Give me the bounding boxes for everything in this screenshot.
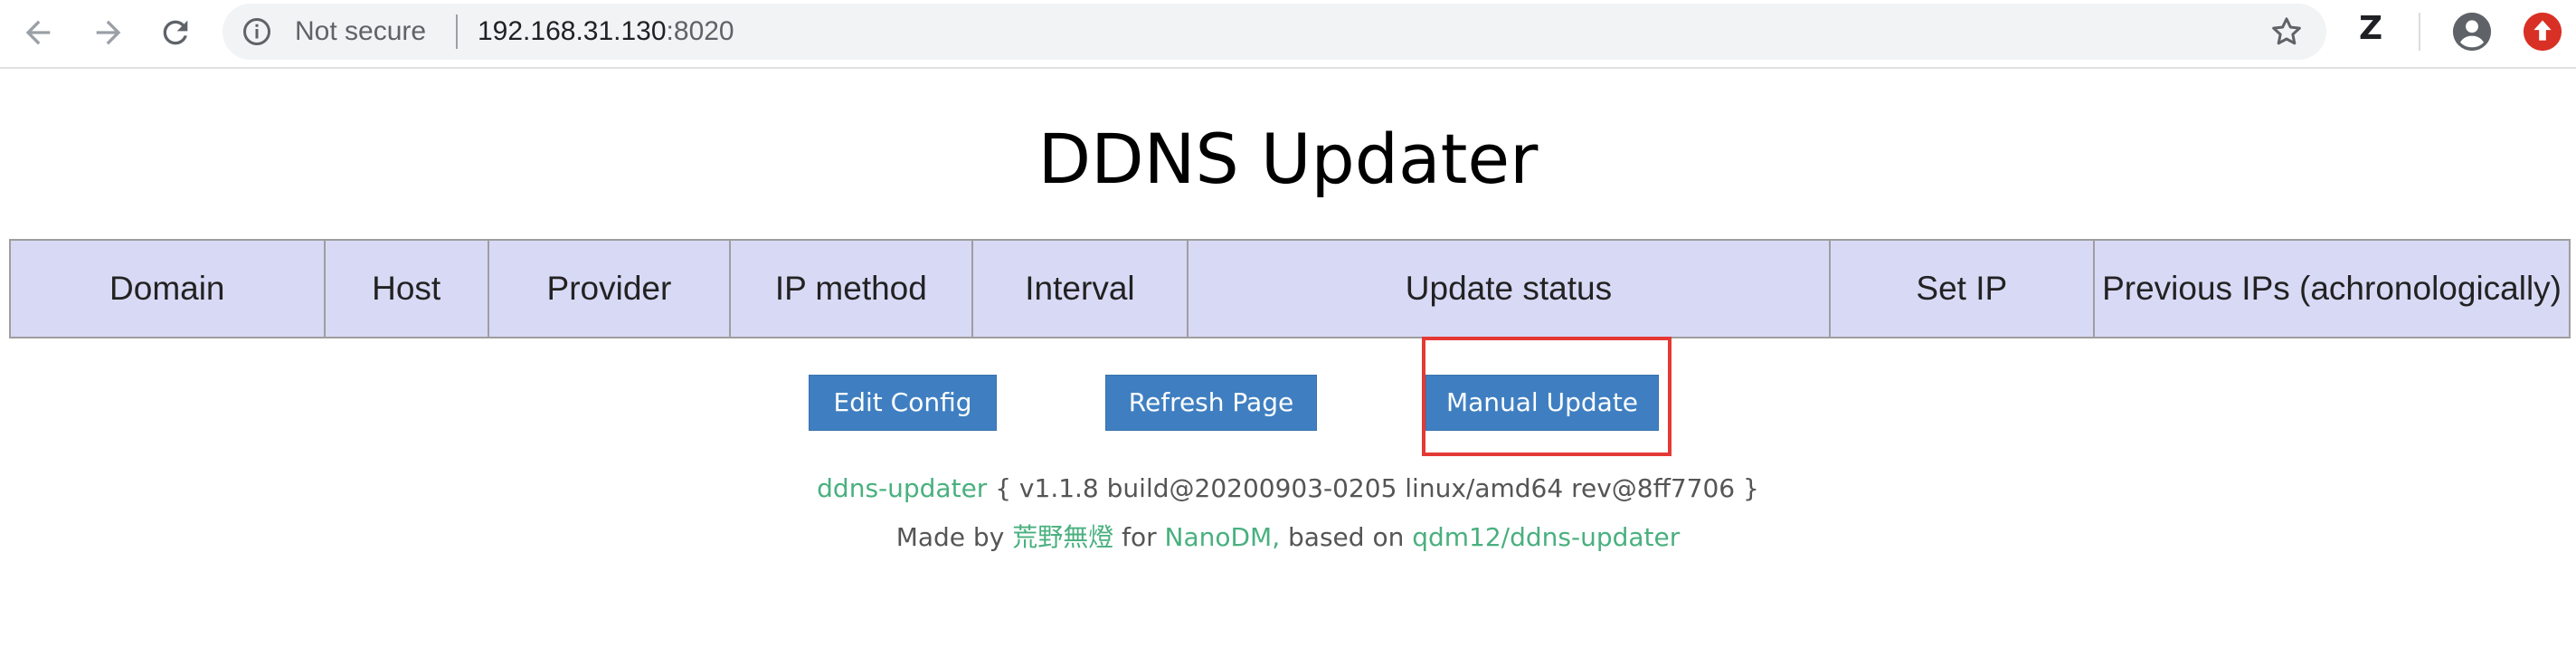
- footer-credits-line: Made by 荒野無燈 for NanoDM, based on qdm12/…: [0, 519, 2576, 556]
- info-icon[interactable]: [241, 15, 273, 48]
- url-port: :8020: [666, 16, 734, 46]
- address-bar[interactable]: Not secure 192.168.31.130:8020: [223, 4, 2326, 60]
- made-by-text: Made by: [895, 522, 1005, 552]
- browser-toolbar: Not secure 192.168.31.130:8020 Z: [0, 0, 2576, 69]
- profile-avatar-icon[interactable]: [2451, 11, 2493, 52]
- col-header-provider: Provider: [487, 239, 732, 338]
- version-info: { v1.1.8 build@20200903-0205 linux/amd64…: [995, 473, 1759, 503]
- records-table: Domain Host Provider IP method Interval …: [9, 239, 2571, 338]
- extension-z-button[interactable]: Z: [2359, 11, 2382, 47]
- author-link[interactable]: 荒野無燈: [1012, 522, 1113, 552]
- url-host: 192.168.31.130: [478, 16, 667, 46]
- arrow-left-icon: [25, 20, 51, 45]
- reload-icon: [163, 20, 188, 45]
- table-header-row: Domain Host Provider IP method Interval …: [9, 239, 2571, 338]
- manual-update-button[interactable]: Manual Update: [1425, 375, 1659, 431]
- back-button[interactable]: [13, 7, 63, 58]
- col-header-domain: Domain: [9, 239, 326, 338]
- edit-config-button[interactable]: Edit Config: [809, 375, 997, 431]
- for-text: for: [1122, 522, 1157, 552]
- col-header-host: Host: [323, 239, 489, 338]
- upstream-repo-link[interactable]: qdm12/ddns-updater: [1412, 522, 1680, 552]
- records-table-container: Domain Host Provider IP method Interval …: [9, 239, 2571, 338]
- forward-button[interactable]: [83, 7, 134, 58]
- browser-update-icon[interactable]: [2522, 11, 2563, 52]
- arrow-right-icon: [96, 20, 121, 45]
- omnibox-divider: [456, 14, 458, 49]
- col-header-set-ip: Set IP: [1828, 239, 2096, 338]
- col-header-ip-method: IP method: [729, 239, 973, 338]
- refresh-page-button[interactable]: Refresh Page: [1105, 375, 1317, 431]
- bookmark-star-icon[interactable]: [2268, 14, 2305, 50]
- reload-button[interactable]: [150, 7, 201, 58]
- url-text[interactable]: 192.168.31.130:8020: [478, 16, 734, 47]
- nanodm-link[interactable]: NanoDM,: [1165, 522, 1281, 552]
- page-title: DDNS Updater: [1037, 119, 1539, 199]
- based-on-text: based on: [1288, 522, 1405, 552]
- col-header-update-status: Update status: [1187, 239, 1831, 338]
- footer-version-line: ddns-updater { v1.1.8 build@20200903-020…: [0, 471, 2576, 507]
- toolbar-divider: [2419, 13, 2420, 51]
- app-name-link[interactable]: ddns-updater: [817, 473, 987, 503]
- col-header-previous-ips: Previous IPs (achronologically): [2093, 239, 2571, 338]
- security-status: Not secure: [295, 16, 427, 46]
- col-header-interval: Interval: [971, 239, 1189, 338]
